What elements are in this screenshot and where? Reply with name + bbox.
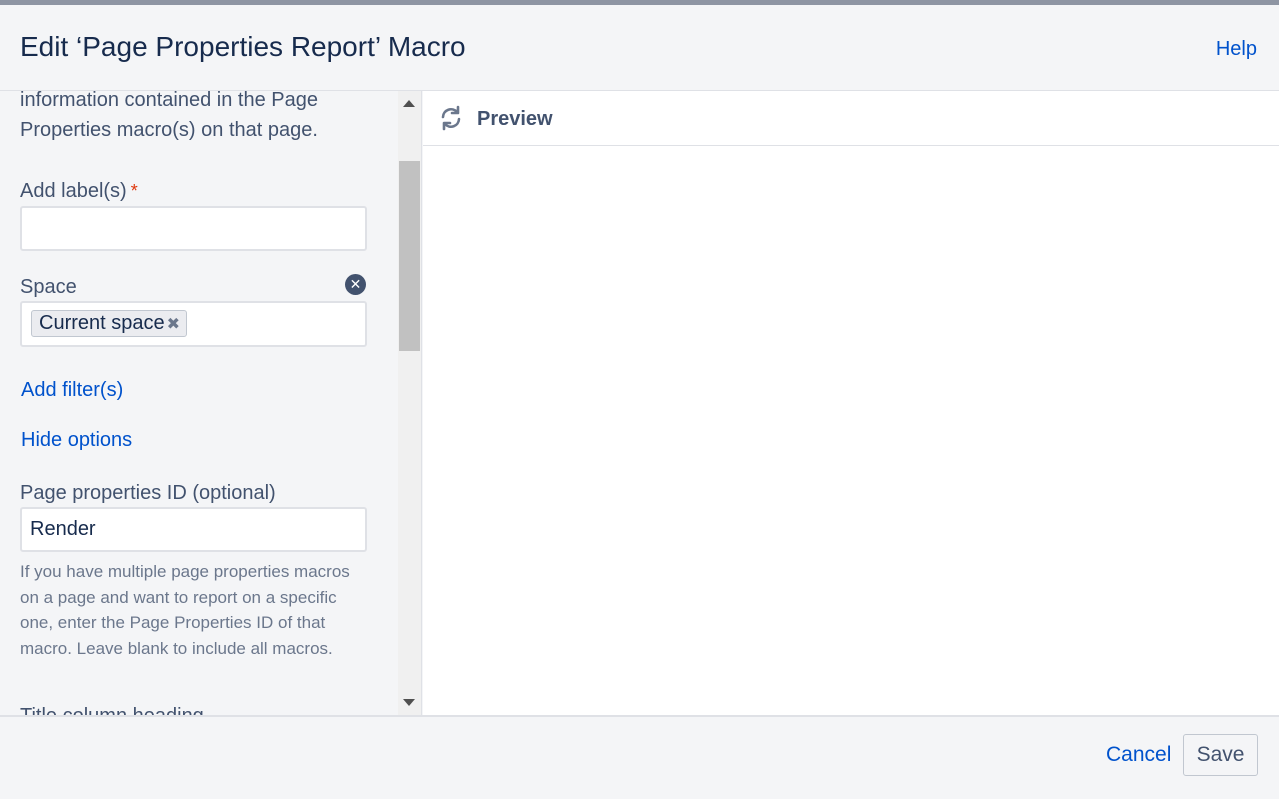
scroll-up-arrow-icon[interactable] [403,100,415,107]
labels-field-label: Add label(s) * [20,180,138,203]
dialog-title: Edit ‘Page Properties Report’ Macro [20,31,466,62]
refresh-icon[interactable] [438,105,464,131]
help-link[interactable]: Help [1216,38,1257,61]
cancel-button[interactable]: Cancel [1096,734,1181,776]
preview-header: Preview [423,91,1279,146]
remove-chip-icon[interactable]: ✖ [167,316,180,333]
space-select[interactable]: Current space ✖ [20,301,367,347]
save-button[interactable]: Save [1183,734,1258,776]
macro-description: information contained in the Page Proper… [20,91,318,141]
hide-options-link[interactable]: Hide options [21,429,132,452]
page-properties-id-help: If you have multiple page properties mac… [20,562,350,658]
add-filters-link[interactable]: Add filter(s) [21,379,123,402]
preview-panel: Preview [423,91,1279,715]
space-chip: Current space ✖ [31,310,188,337]
space-chip-label: Current space [39,312,165,334]
dialog-header: Edit ‘Page Properties Report’ Macro Help [0,5,1279,91]
space-field-label: Space [20,276,77,298]
macro-options-panel[interactable]: information contained in the Page Proper… [0,91,398,715]
page-properties-id-input[interactable] [20,507,367,552]
clear-space-icon[interactable]: ✕ [345,274,366,295]
scroll-thumb[interactable] [399,161,420,351]
options-scrollbar[interactable] [398,91,422,715]
title-column-heading-label: Title column heading [20,705,204,715]
scroll-down-arrow-icon[interactable] [403,699,415,706]
dialog-footer: Cancel Save [0,715,1279,799]
preview-title: Preview [477,108,553,130]
page-properties-id-label: Page properties ID (optional) [20,482,276,504]
labels-input[interactable] [20,206,367,251]
description-block: information contained in the Page Proper… [20,91,368,145]
required-marker: * [130,181,138,201]
labels-label-text: Add label(s) [20,180,127,202]
